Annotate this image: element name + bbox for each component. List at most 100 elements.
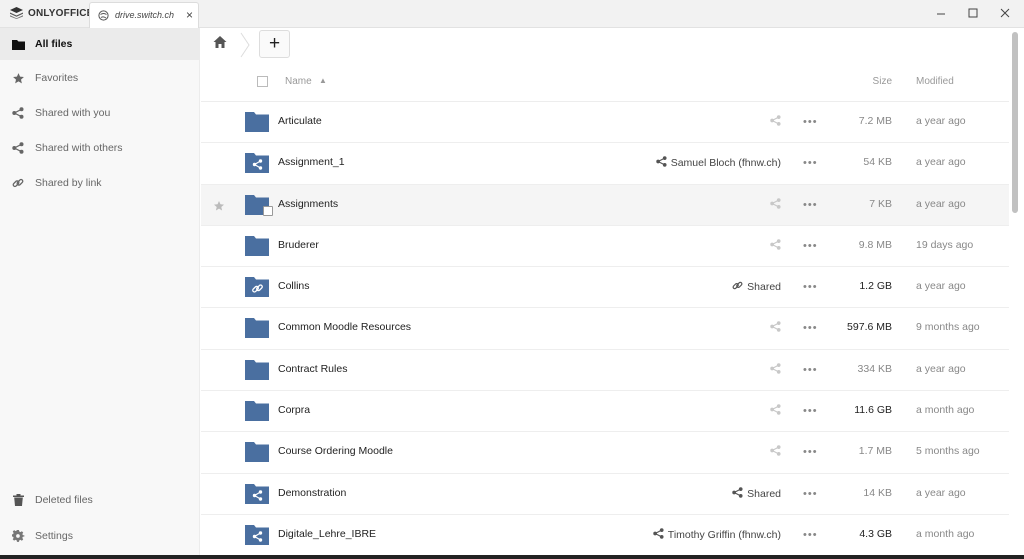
- favorite-star-icon[interactable]: [213, 199, 225, 217]
- folder-icon: [245, 317, 269, 339]
- share-icon: [770, 404, 781, 418]
- table-row[interactable]: Collins Shared ••• 1.2 GB a year ago: [201, 267, 1009, 309]
- file-name[interactable]: Assignments: [278, 198, 338, 210]
- file-size: 1.2 GB: [859, 280, 892, 293]
- onlyoffice-logo-icon: [10, 7, 23, 19]
- sidebar-item-deleted-files[interactable]: Deleted files: [0, 484, 200, 516]
- share-button[interactable]: [770, 445, 781, 459]
- file-name[interactable]: Contract Rules: [278, 363, 347, 375]
- more-actions-icon[interactable]: •••: [803, 529, 818, 540]
- file-name[interactable]: Demonstration: [278, 487, 346, 499]
- more-actions-icon[interactable]: •••: [803, 158, 818, 169]
- sidebar-item-label: All files: [35, 38, 73, 50]
- table-row[interactable]: Corpra ••• 11.6 GB a month ago: [201, 391, 1009, 433]
- share-status[interactable]: Timothy Griffin (fhnw.ch): [653, 528, 781, 542]
- file-name[interactable]: Common Moodle Resources: [278, 321, 411, 333]
- share-button[interactable]: [770, 197, 781, 212]
- column-header-modified[interactable]: Modified: [916, 76, 954, 87]
- share-label: Samuel Bloch (fhnw.ch): [670, 157, 781, 170]
- brand-name: ONLYOFFICE: [28, 7, 94, 19]
- file-modified: a year ago: [916, 156, 966, 169]
- more-actions-icon[interactable]: •••: [803, 364, 818, 375]
- share-icon: [11, 106, 25, 120]
- share-button[interactable]: [770, 321, 781, 335]
- column-header-name[interactable]: Name: [285, 76, 312, 87]
- share-button[interactable]: [770, 404, 781, 418]
- share-status[interactable]: Shared: [732, 280, 781, 294]
- file-name[interactable]: Digitale_Lehre_IBRE: [278, 528, 376, 540]
- table-header: Name ▲ Size Modified: [201, 64, 1009, 102]
- file-name[interactable]: Assignment_1: [278, 156, 345, 168]
- file-modified: a year ago: [916, 197, 966, 210]
- file-name[interactable]: Collins: [278, 280, 310, 292]
- file-name[interactable]: Course Ordering Moodle: [278, 445, 393, 457]
- more-actions-icon[interactable]: •••: [803, 406, 818, 417]
- sidebar-item-settings[interactable]: Settings: [0, 520, 200, 552]
- table-row[interactable]: Assignment_1 Samuel Bloch (fhnw.ch) ••• 54 …: [201, 143, 1009, 185]
- more-actions-icon[interactable]: •••: [803, 447, 818, 458]
- select-all-checkbox[interactable]: [257, 76, 268, 87]
- file-modified: a year ago: [916, 115, 966, 127]
- tab-close-icon[interactable]: ×: [186, 8, 193, 22]
- folder-icon: [11, 37, 25, 51]
- share-status[interactable]: Shared: [732, 486, 781, 501]
- table-row[interactable]: Digitale_Lehre_IBRE Timothy Griffin (fhnw…: [201, 515, 1009, 557]
- brand-logo: ONLYOFFICE: [10, 7, 94, 19]
- file-modified: a year ago: [916, 486, 966, 499]
- more-actions-icon[interactable]: •••: [803, 199, 818, 210]
- sidebar-item-label: Shared with others: [35, 142, 123, 154]
- sidebar-item-shared-with-you[interactable]: Shared with you: [0, 97, 200, 129]
- file-size: 54 KB: [863, 156, 892, 169]
- share-label: Shared: [747, 487, 781, 500]
- table-row[interactable]: Articulate ••• 7.2 MB a year ago: [201, 102, 1009, 144]
- column-header-size[interactable]: Size: [873, 76, 892, 87]
- file-name[interactable]: Corpra: [278, 404, 310, 416]
- file-name[interactable]: Articulate: [278, 115, 322, 127]
- scrollbar[interactable]: [1009, 28, 1024, 559]
- tab-label: drive.switch.ch: [115, 10, 175, 20]
- share-button[interactable]: [770, 239, 781, 253]
- share-icon: [770, 197, 781, 212]
- file-size: 7.2 MB: [858, 115, 892, 127]
- file-modified: 19 days ago: [916, 238, 974, 251]
- new-button[interactable]: +: [259, 30, 290, 58]
- link-icon: [732, 280, 743, 294]
- more-actions-icon[interactable]: •••: [803, 282, 818, 293]
- window-bottom-edge: [0, 555, 1024, 559]
- file-modified: a year ago: [916, 280, 966, 293]
- more-actions-icon[interactable]: •••: [803, 323, 818, 334]
- more-actions-icon[interactable]: •••: [803, 117, 818, 128]
- minimize-icon[interactable]: [933, 5, 949, 21]
- row-checkbox[interactable]: [263, 205, 273, 216]
- file-list-area: + Name ▲ Size Modified Articulate ••• 7.2 …: [201, 28, 1009, 559]
- table-row[interactable]: Common Moodle Resources ••• 597.6 MB 9 mont…: [201, 308, 1009, 350]
- more-actions-icon[interactable]: •••: [803, 488, 818, 499]
- share-button[interactable]: [770, 363, 781, 377]
- share-status[interactable]: Samuel Bloch (fhnw.ch): [655, 156, 781, 170]
- maximize-icon[interactable]: [965, 5, 981, 21]
- table-row[interactable]: Assignments ••• 7 KB a year ago: [201, 184, 1009, 226]
- table-row[interactable]: Bruderer ••• 9.8 MB 19 days ago: [201, 226, 1009, 268]
- share-button[interactable]: [770, 115, 781, 129]
- sidebar-item-shared-by-link[interactable]: Shared by link: [0, 167, 200, 199]
- share-label: Shared: [747, 281, 781, 294]
- share-icon: [770, 115, 781, 129]
- sidebar-item-favorites[interactable]: Favorites: [0, 62, 200, 94]
- file-modified: a year ago: [916, 362, 966, 375]
- home-icon[interactable]: [213, 35, 229, 51]
- file-size: 9.8 MB: [858, 238, 892, 251]
- star-icon: [11, 71, 25, 85]
- folder-shared-icon: [245, 524, 269, 546]
- table-row[interactable]: Course Ordering Moodle ••• 1.7 MB 5 months …: [201, 432, 1009, 474]
- folder-icon: [245, 111, 269, 133]
- sidebar-item-all-files[interactable]: All files: [0, 28, 200, 60]
- scrollbar-thumb[interactable]: [1012, 32, 1018, 213]
- close-window-icon[interactable]: [997, 5, 1013, 21]
- browser-tab[interactable]: drive.switch.ch ×: [89, 2, 199, 28]
- file-modified: 5 months ago: [916, 445, 980, 458]
- sidebar-item-shared-with-others[interactable]: Shared with others: [0, 132, 200, 164]
- more-actions-icon[interactable]: •••: [803, 240, 818, 251]
- table-row[interactable]: Demonstration Shared ••• 14 KB a year ago: [201, 474, 1009, 515]
- table-row[interactable]: Contract Rules ••• 334 KB a year ago: [201, 350, 1009, 392]
- file-name[interactable]: Bruderer: [278, 239, 319, 251]
